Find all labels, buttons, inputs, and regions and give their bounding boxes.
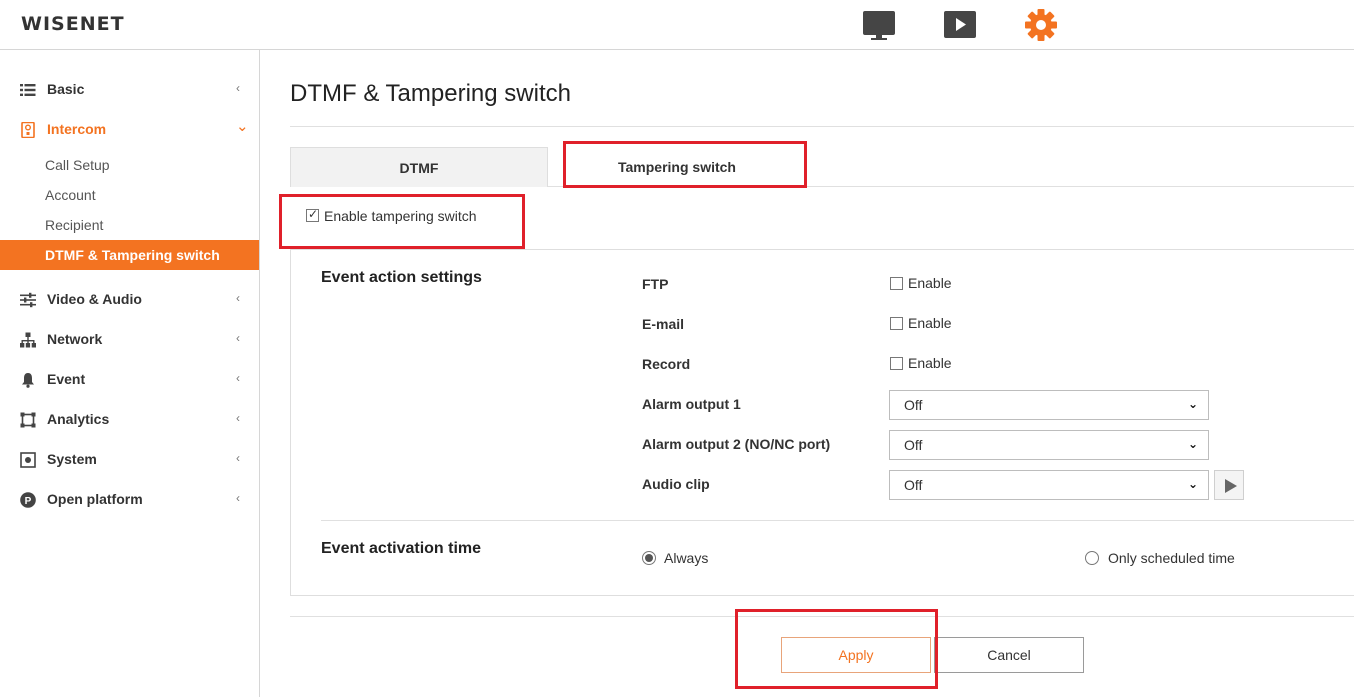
chevron-left-icon: ‹ (236, 451, 240, 465)
chevron-left-icon: ‹ (236, 331, 240, 345)
chevron-down-icon: ⌄ (1187, 477, 1198, 491)
ftp-label: FTP (642, 276, 669, 292)
only-scheduled-time-radio[interactable] (1085, 551, 1099, 565)
sidebar-item-analytics[interactable]: Analytics ‹ (0, 405, 259, 435)
record-label: Record (642, 356, 691, 372)
enable-tampering-label: Enable tampering switch (324, 208, 477, 224)
ftp-enable-label: Enable (908, 275, 952, 291)
email-enable-label: Enable (908, 315, 952, 331)
sidebar-subitem-dtmf-tampering[interactable]: DTMF & Tampering switch (0, 240, 259, 270)
sidebar-subitem-label: Account (45, 187, 96, 203)
email-label: E-mail (642, 316, 685, 332)
chevron-left-icon: ‹ (236, 491, 240, 505)
sidebar-subitem-account[interactable]: Account (0, 180, 259, 210)
sidebar-subitem-label: Call Setup (45, 157, 110, 173)
gear-icon[interactable] (1024, 9, 1058, 41)
event-action-settings-title: Event action settings (321, 269, 482, 286)
chevron-left-icon: ‹ (236, 81, 240, 95)
audio-clip-label: Audio clip (642, 476, 710, 492)
sidebar-item-system[interactable]: System ‹ (0, 445, 259, 475)
analytics-icon (20, 412, 36, 428)
bell-icon (22, 373, 34, 388)
enable-tampering-checkbox[interactable] (306, 207, 319, 222)
sidebar-item-label: System (47, 451, 97, 467)
always-radio[interactable] (642, 551, 656, 565)
wisenet-logo: WISENET (21, 13, 125, 35)
tab-dtmf[interactable]: DTMF (290, 147, 548, 187)
open-platform-icon: P (20, 492, 36, 508)
audio-clip-play-button[interactable] (1214, 470, 1244, 500)
email-enable-checkbox[interactable] (890, 317, 903, 330)
svg-text:P: P (25, 496, 32, 507)
sidebar-item-label: Basic (47, 81, 85, 97)
chevron-down-icon: ⌄ (1187, 437, 1198, 451)
network-icon (20, 332, 36, 348)
play-icon (1225, 479, 1237, 493)
sidebar-subitem-label: Recipient (45, 217, 104, 233)
sidebar-item-label: Event (47, 371, 86, 387)
alarm-output-2-select[interactable]: Off ⌄ (889, 430, 1209, 460)
divider (548, 186, 1354, 187)
sidebar-item-open-platform[interactable]: P Open platform ‹ (0, 485, 259, 515)
monitor-icon[interactable] (862, 9, 896, 41)
sidebar-item-intercom[interactable]: Intercom ⌄ (0, 115, 259, 145)
divider (290, 616, 1354, 617)
event-activation-time-title: Event activation time (321, 540, 482, 557)
system-icon (20, 452, 36, 468)
sidebar-item-video-audio[interactable]: Video & Audio ‹ (0, 285, 259, 315)
tab-tampering-switch[interactable]: Tampering switch (548, 147, 806, 187)
sidebar: Basic ‹ Intercom ⌄ Call Setup Account Re… (0, 50, 260, 697)
select-value: Off (904, 437, 923, 453)
apply-button[interactable]: Apply (781, 637, 931, 673)
sidebar-item-label: Analytics (47, 411, 110, 427)
chevron-left-icon: ‹ (236, 291, 240, 305)
alarm-output-2-label: Alarm output 2 (NO/NC port) (642, 436, 831, 452)
list-icon (20, 84, 36, 96)
cancel-button[interactable]: Cancel (934, 637, 1084, 673)
select-value: Off (904, 397, 923, 413)
intercom-icon (21, 122, 35, 138)
sidebar-item-label: Open platform (47, 491, 143, 507)
sidebar-item-label: Intercom (47, 121, 107, 137)
divider (321, 520, 1354, 521)
chevron-down-icon: ⌄ (236, 118, 249, 135)
divider (290, 126, 1354, 127)
sidebar-item-event[interactable]: Event ‹ (0, 365, 259, 395)
sidebar-item-label: Video & Audio (47, 291, 142, 307)
sidebar-subitem-call-setup[interactable]: Call Setup (0, 150, 259, 180)
sidebar-item-label: Network (47, 331, 103, 347)
alarm-output-1-label: Alarm output 1 (642, 396, 741, 412)
chevron-down-icon: ⌄ (1187, 397, 1198, 411)
sliders-icon (20, 292, 36, 308)
sidebar-subitem-recipient[interactable]: Recipient (0, 210, 259, 240)
sidebar-subitem-label: DTMF & Tampering switch (45, 247, 220, 263)
ftp-enable-checkbox[interactable] (890, 277, 903, 290)
sidebar-item-basic[interactable]: Basic ‹ (0, 75, 259, 105)
top-bar: WISENET (0, 0, 1354, 50)
page-title: DTMF & Tampering switch (290, 80, 571, 107)
record-enable-label: Enable (908, 355, 952, 371)
record-enable-checkbox[interactable] (890, 357, 903, 370)
always-label: Always (664, 550, 709, 566)
only-scheduled-time-label: Only scheduled time (1108, 550, 1235, 566)
select-value: Off (904, 477, 923, 493)
chevron-left-icon: ‹ (236, 411, 240, 425)
sidebar-item-network[interactable]: Network ‹ (0, 325, 259, 355)
alarm-output-1-select[interactable]: Off ⌄ (889, 390, 1209, 420)
chevron-left-icon: ‹ (236, 371, 240, 385)
play-icon[interactable] (943, 9, 977, 41)
audio-clip-select[interactable]: Off ⌄ (889, 470, 1209, 500)
